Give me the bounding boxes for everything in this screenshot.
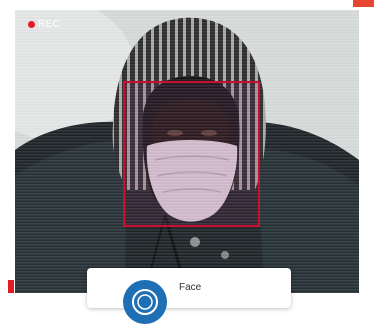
left-accent	[8, 280, 14, 293]
recording-indicator: REC	[28, 19, 60, 30]
face-detection-box	[123, 81, 260, 227]
card-label: Face	[179, 282, 202, 293]
recording-label: REC	[38, 19, 61, 30]
face-scan-icon	[123, 280, 167, 324]
face-scan-card[interactable]: Face	[87, 268, 291, 324]
corner-accent	[353, 0, 374, 7]
record-dot-icon	[28, 21, 35, 28]
